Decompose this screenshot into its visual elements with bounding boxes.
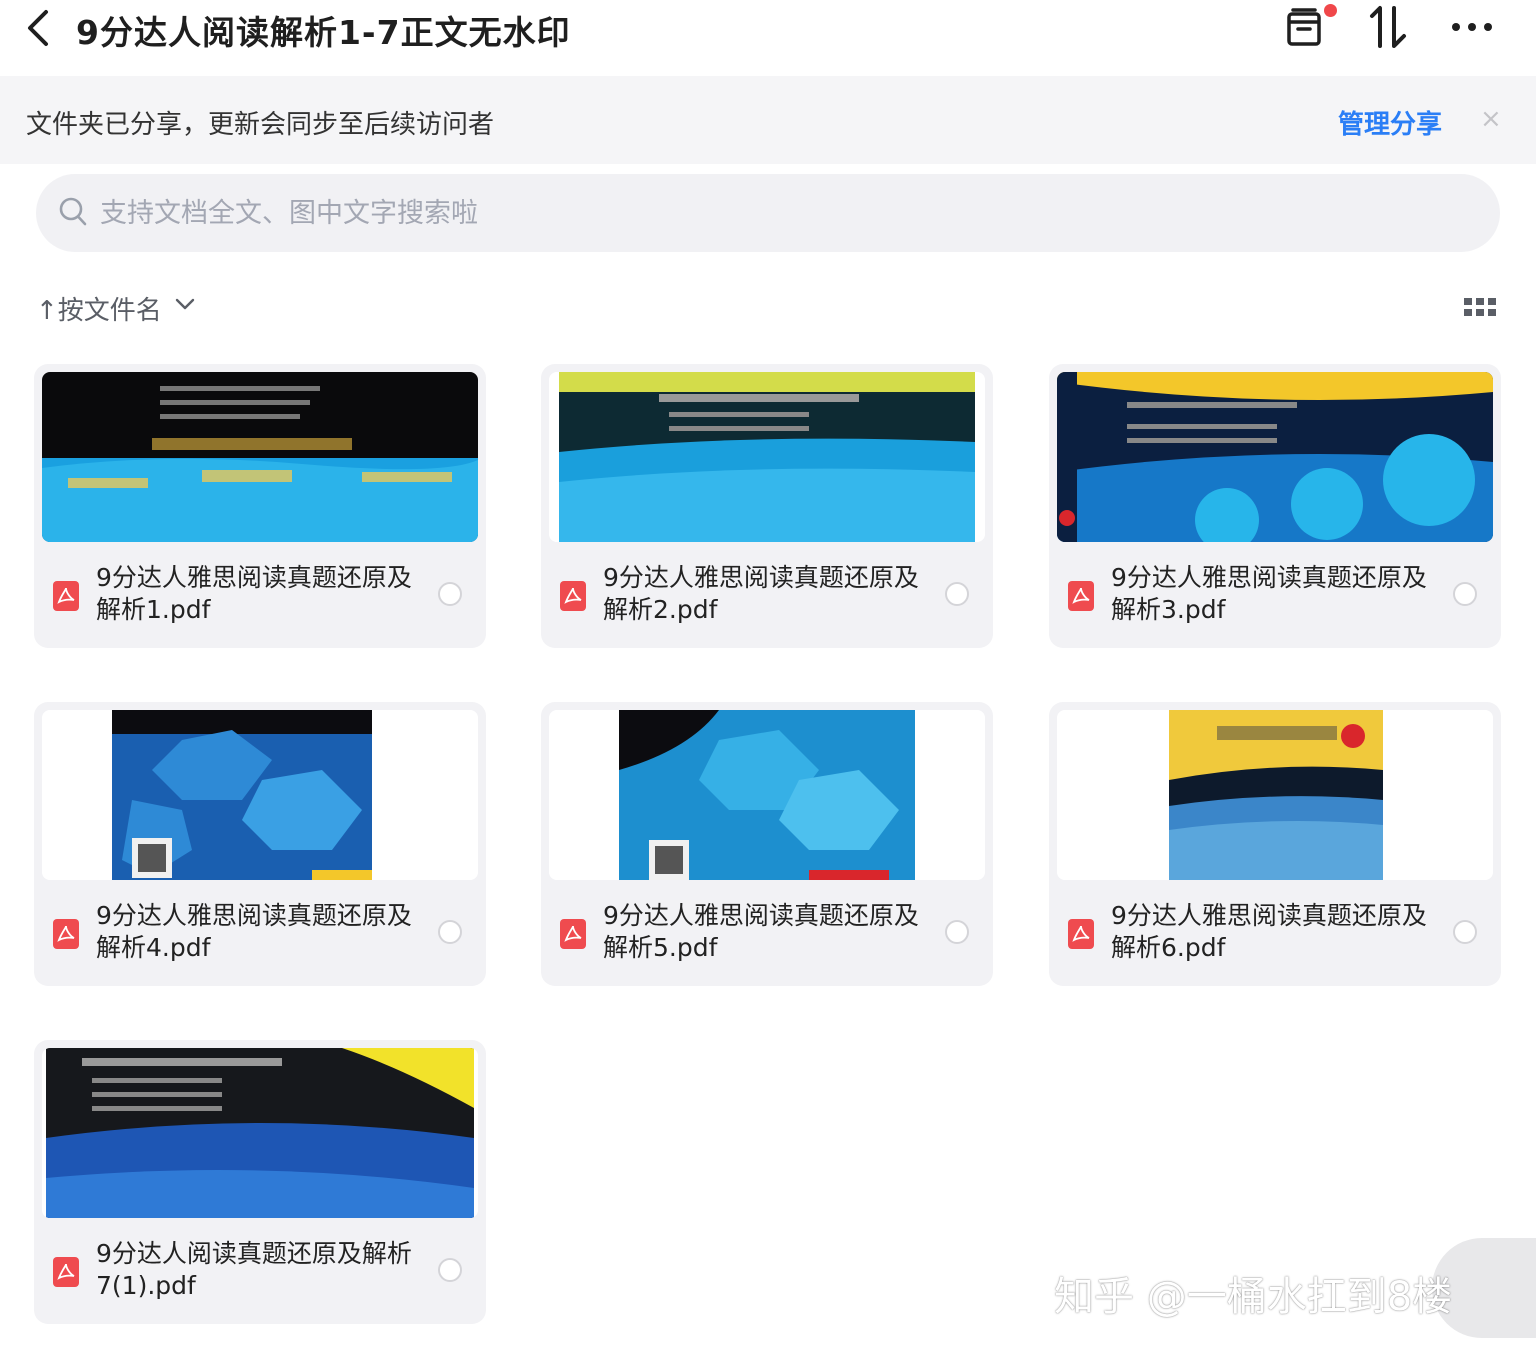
file-card[interactable]: 9分达人雅思阅读真题还原及解析6.pdf — [1049, 702, 1501, 986]
page-title: 9分达人阅读解析1-7正文无水印 — [76, 13, 571, 52]
pdf-icon — [559, 918, 587, 950]
select-radio[interactable] — [945, 920, 969, 944]
file-thumbnail — [42, 1048, 478, 1218]
pdf-icon — [52, 580, 80, 612]
pdf-icon — [52, 1256, 80, 1288]
file-card[interactable]: 9分达人阅读真题还原及解析7(1).pdf — [34, 1040, 486, 1324]
pdf-icon — [52, 918, 80, 950]
notification-dot — [1324, 4, 1337, 17]
file-thumbnail — [1057, 372, 1493, 542]
file-card[interactable]: 9分达人雅思阅读真题还原及解析3.pdf — [1049, 364, 1501, 648]
sort-by-name-button[interactable]: ↑按文件名 — [36, 290, 162, 327]
file-name: 9分达人雅思阅读真题还原及解析6.pdf — [1111, 901, 1427, 962]
file-thumbnail — [549, 710, 985, 880]
select-radio[interactable] — [1453, 920, 1477, 944]
grid-view-icon[interactable] — [1464, 298, 1498, 322]
select-radio[interactable] — [438, 582, 462, 606]
file-card[interactable]: 9分达人雅思阅读真题还原及解析5.pdf — [541, 702, 993, 986]
pdf-icon — [1067, 580, 1095, 612]
select-radio[interactable] — [438, 1258, 462, 1282]
close-icon[interactable]: × — [1480, 104, 1502, 134]
file-thumbnail — [549, 372, 985, 542]
file-thumbnail — [42, 372, 478, 542]
archive-box-icon[interactable] — [1284, 4, 1324, 52]
pdf-icon — [559, 580, 587, 612]
chevron-down-icon[interactable] — [174, 296, 196, 316]
file-name: 9分达人雅思阅读真题还原及解析4.pdf — [96, 901, 412, 962]
file-thumbnail — [42, 710, 478, 880]
sort-arrows-icon[interactable] — [1366, 4, 1410, 54]
file-name: 9分达人雅思阅读真题还原及解析1.pdf — [96, 563, 412, 624]
back-chevron-icon[interactable] — [22, 8, 56, 48]
manage-share-link[interactable]: 管理分享 — [1338, 104, 1442, 141]
file-name: 9分达人雅思阅读真题还原及解析2.pdf — [603, 563, 919, 624]
select-radio[interactable] — [945, 582, 969, 606]
search-icon — [58, 196, 88, 232]
file-name: 9分达人雅思阅读真题还原及解析3.pdf — [1111, 563, 1427, 624]
file-card[interactable]: 9分达人雅思阅读真题还原及解析1.pdf — [34, 364, 486, 648]
search-input[interactable] — [100, 186, 1400, 240]
select-radio[interactable] — [438, 920, 462, 944]
select-radio[interactable] — [1453, 582, 1477, 606]
file-card[interactable]: 9分达人雅思阅读真题还原及解析4.pdf — [34, 702, 486, 986]
file-name: 9分达人阅读真题还原及解析7(1).pdf — [96, 1239, 412, 1300]
watermark: 知乎 @一桶水扛到8楼 — [1054, 1274, 1453, 1320]
share-banner-text: 文件夹已分享，更新会同步至后续访问者 — [26, 110, 495, 140]
file-card[interactable]: 9分达人雅思阅读真题还原及解析2.pdf — [541, 364, 993, 648]
pdf-icon — [1067, 918, 1095, 950]
file-thumbnail — [1057, 710, 1493, 880]
more-dots-icon[interactable] — [1450, 14, 1494, 44]
file-name: 9分达人雅思阅读真题还原及解析5.pdf — [603, 901, 919, 962]
